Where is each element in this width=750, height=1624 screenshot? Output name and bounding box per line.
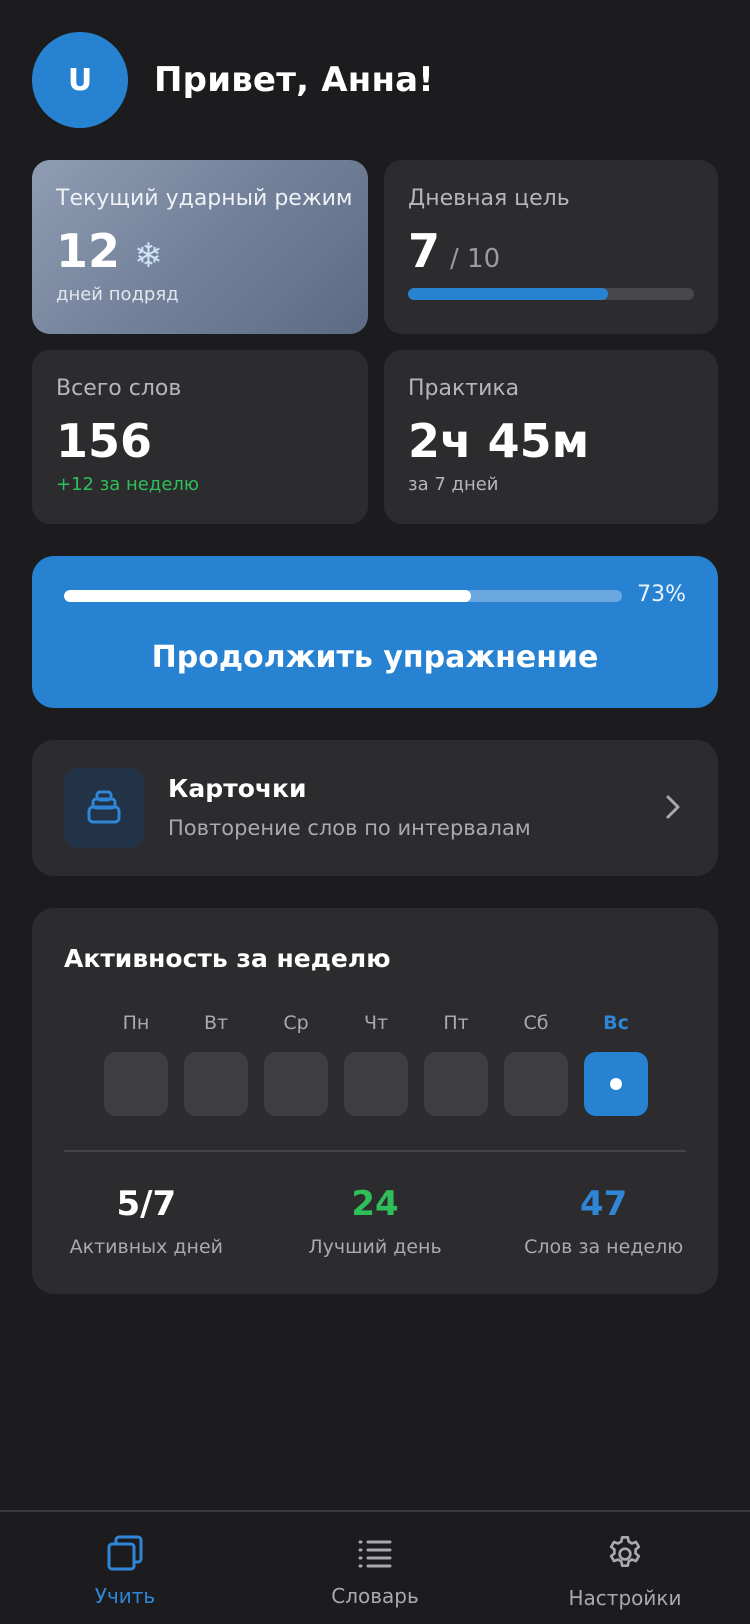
stat-best-day: 24 Лучший день xyxy=(261,1184,490,1258)
words-label: Всего слов xyxy=(56,376,182,401)
chevron-right-icon xyxy=(664,792,682,826)
day-name: Вт xyxy=(203,1012,229,1034)
card-stack-icon xyxy=(64,768,144,848)
day-name: Чт xyxy=(363,1012,389,1034)
practice-label: Практика xyxy=(408,376,520,401)
streak-card[interactable]: Текущий ударный режим 12 ❄ дней подряд xyxy=(32,160,368,334)
day-name: Сб xyxy=(523,1012,549,1034)
day-name: Ср xyxy=(283,1012,309,1034)
stat-label: Слов за неделю xyxy=(524,1236,684,1258)
greeting: Привет, Анна! xyxy=(154,60,434,100)
day-box-active[interactable] xyxy=(584,1052,648,1116)
day-column: Пт xyxy=(424,1012,488,1116)
practice-card[interactable]: Практика 2ч 45м за 7 дней xyxy=(384,350,718,524)
daily-goal-card[interactable]: Дневная цель 7 / 10 xyxy=(384,160,718,334)
home-screen: U Привет, Анна! Текущий ударный режим 12… xyxy=(0,0,750,1624)
day-name-today: Вс xyxy=(603,1012,629,1034)
practice-value: 2ч 45м xyxy=(408,414,590,468)
list-icon xyxy=(356,1534,394,1576)
nav-dictionary[interactable]: Словарь xyxy=(250,1512,500,1624)
day-box[interactable] xyxy=(504,1052,568,1116)
practice-sub: за 7 дней xyxy=(408,474,499,495)
weekly-title: Активность за неделю xyxy=(64,944,391,973)
goal-value-row: 7 / 10 xyxy=(408,224,500,278)
stat-words-week: 47 Слов за неделю xyxy=(489,1184,718,1258)
flashcards-subtitle: Повторение слов по интервалам xyxy=(168,816,531,840)
bottom-nav: Учить Словарь Настройки xyxy=(0,1510,750,1624)
nav-settings[interactable]: Настройки xyxy=(500,1512,750,1624)
nav-label: Настройки xyxy=(568,1586,682,1610)
total-words-card[interactable]: Всего слов 156 +12 за неделю xyxy=(32,350,368,524)
streak-value-row: 12 ❄ xyxy=(56,224,163,278)
exercise-progress-label: 73% xyxy=(637,582,686,607)
avatar[interactable]: U xyxy=(32,32,128,128)
goal-label: Дневная цель xyxy=(408,186,570,211)
active-dot-icon xyxy=(610,1078,622,1090)
day-column: Пн xyxy=(104,1012,168,1116)
nav-label: Учить xyxy=(94,1584,156,1608)
stat-value: 47 xyxy=(580,1184,628,1224)
day-column: Чт xyxy=(344,1012,408,1116)
day-column: Ср xyxy=(264,1012,328,1116)
header: U Привет, Анна! xyxy=(32,32,434,128)
nav-learn[interactable]: Учить xyxy=(0,1512,250,1624)
goal-total: / 10 xyxy=(450,244,501,274)
day-box[interactable] xyxy=(344,1052,408,1116)
streak-label: Текущий ударный режим xyxy=(56,186,353,211)
stat-label: Лучший день xyxy=(308,1236,442,1258)
continue-label: Продолжить упражнение xyxy=(151,640,599,675)
words-sub: +12 за неделю xyxy=(56,474,200,495)
day-column: Вс xyxy=(584,1012,648,1116)
day-name: Пт xyxy=(443,1012,469,1034)
flashcards-title: Карточки xyxy=(168,774,307,803)
day-box[interactable] xyxy=(104,1052,168,1116)
streak-sub: дней подряд xyxy=(56,284,179,305)
goal-value: 7 xyxy=(408,224,441,278)
stat-label: Активных дней xyxy=(69,1236,224,1258)
weekly-stats: 5/7 Активных дней 24 Лучший день 47 Слов… xyxy=(32,1184,718,1258)
cards-icon xyxy=(106,1534,144,1576)
stat-value: 24 xyxy=(351,1184,399,1224)
nav-label: Словарь xyxy=(331,1584,419,1608)
streak-value: 12 xyxy=(56,224,121,278)
words-value: 156 xyxy=(56,414,153,468)
week-days: Пн Вт Ср Чт Пт Сб Вс xyxy=(104,1012,648,1116)
flashcards-item[interactable]: Карточки Повторение слов по интервалам xyxy=(32,740,718,876)
stat-value: 5/7 xyxy=(116,1184,177,1224)
day-name: Пн xyxy=(122,1012,150,1034)
gear-icon xyxy=(605,1534,645,1578)
day-box[interactable] xyxy=(424,1052,488,1116)
stat-active-days: 5/7 Активных дней xyxy=(32,1184,261,1258)
weekly-activity-card: Активность за неделю Пн Вт Ср Чт Пт Сб В… xyxy=(32,908,718,1294)
day-box[interactable] xyxy=(264,1052,328,1116)
snowflake-icon: ❄ xyxy=(134,236,163,276)
exercise-progress-fill xyxy=(64,590,472,602)
continue-exercise-button[interactable]: 73% Продолжить упражнение xyxy=(32,556,718,708)
exercise-progress-bar xyxy=(64,590,622,602)
divider xyxy=(64,1150,686,1152)
day-column: Вт xyxy=(184,1012,248,1116)
goal-progress-fill xyxy=(408,288,609,300)
goal-progress-bar xyxy=(408,288,694,300)
day-column: Сб xyxy=(504,1012,568,1116)
day-box[interactable] xyxy=(184,1052,248,1116)
